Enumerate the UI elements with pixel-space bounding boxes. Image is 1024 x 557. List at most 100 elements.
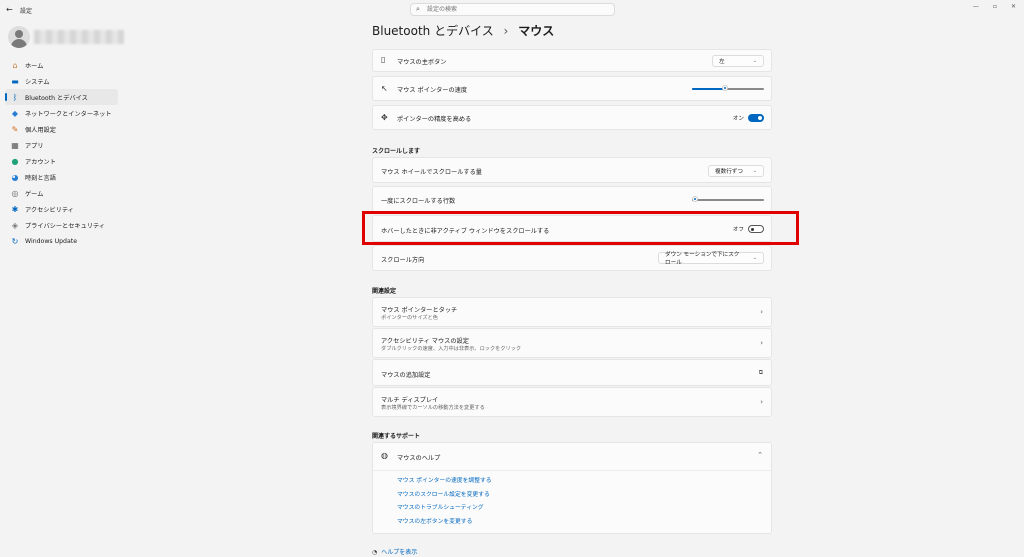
globe-clock-icon: ◕: [11, 172, 19, 182]
accessibility-mouse-row[interactable]: アクセシビリティ マウスの設定 ダブルクリックの速度、入力中は非表示、ロックをク…: [372, 328, 772, 358]
accessibility-mouse-sub: ダブルクリックの速度、入力中は非表示、ロックをクリック: [381, 346, 522, 352]
chevron-down-icon: ⌄: [752, 255, 757, 261]
update-icon: ↻: [11, 236, 19, 246]
enhance-precision-toggle[interactable]: [748, 114, 764, 122]
sidebar-item-label: 時刻と言語: [25, 174, 56, 182]
globe-icon: ◍: [381, 451, 388, 460]
sidebar-item[interactable]: ᛒ Bluetooth とデバイス: [5, 89, 118, 105]
scroll-lines-row: 一度にスクロールする行数: [372, 186, 772, 212]
wheel-amount-value: 複数行ずつ: [715, 169, 743, 175]
related-section-heading: 関連設定: [372, 288, 397, 295]
chevron-up-icon[interactable]: ⌃: [757, 451, 763, 459]
pointer-speed-row: ↖ マウス ポインターの速度: [372, 76, 772, 101]
search-box[interactable]: ⌕: [410, 3, 615, 16]
back-arrow-icon[interactable]: ←: [6, 5, 13, 14]
wheel-amount-row: マウス ホイールでスクロールする量 複数行ずつ ⌄: [372, 157, 772, 183]
get-help-link[interactable]: ◔ ヘルプを表示: [372, 547, 417, 556]
sidebar-item[interactable]: ⌂ ホーム: [5, 57, 118, 73]
shield-icon: ◈: [11, 220, 19, 230]
primary-button-label: マウスの主ボタン: [397, 59, 447, 66]
title-bar: ← 設定 ⌕ — ▫ ✕: [0, 0, 1024, 18]
sidebar-item-label: アクセシビリティ: [25, 206, 74, 214]
maximize-icon[interactable]: ▫: [993, 3, 997, 10]
chevron-right-icon: ›: [760, 308, 763, 316]
bluetooth-icon: ᛒ: [12, 92, 18, 102]
sidebar-item-label: アプリ: [25, 142, 44, 150]
pointer-speed-label: マウス ポインターの速度: [397, 87, 468, 94]
sidebar-item-label: アカウント: [25, 158, 56, 166]
pointer-touch-row[interactable]: マウス ポインターとタッチ ポインターのサイズと色 ›: [372, 297, 772, 327]
gamepad-icon: ◎: [11, 188, 19, 198]
search-input[interactable]: [427, 5, 607, 14]
help-bubble-icon: ◔: [372, 549, 378, 556]
pointer-precision-icon: ✥: [381, 113, 388, 122]
wheel-amount-label: マウス ホイールでスクロールする量: [381, 169, 482, 176]
additional-mouse-title: マウスの追加設定: [381, 372, 431, 379]
mouse-help-header[interactable]: ◍ マウスのヘルプ ⌃: [373, 443, 771, 471]
accessibility-icon: ✱: [11, 204, 19, 214]
additional-mouse-row[interactable]: マウスの追加設定 ⧉: [372, 359, 772, 386]
enhance-precision-label: ポインターの精度を高める: [397, 116, 472, 123]
scroll-direction-label: スクロール方向: [381, 257, 425, 264]
help-link-scroll-settings[interactable]: マウスのスクロール設定を変更する: [397, 489, 492, 503]
highlight-box: [362, 211, 799, 245]
scroll-lines-thumb[interactable]: [692, 196, 698, 202]
sidebar-item[interactable]: ▬ システム: [5, 73, 118, 89]
pointer-touch-sub: ポインターのサイズと色: [381, 315, 438, 321]
wifi-icon: ◆: [11, 108, 19, 118]
chevron-down-icon: ⌄: [752, 168, 757, 174]
enhance-precision-state: オン: [732, 116, 744, 122]
sidebar-item-label: 個人用設定: [25, 126, 56, 134]
get-help-label: ヘルプを表示: [381, 549, 418, 556]
sidebar-item[interactable]: ↻ Windows Update: [5, 233, 118, 249]
breadcrumb-separator: ›: [503, 24, 509, 38]
person-icon: ●: [11, 156, 19, 166]
sidebar-nav: ⌂ ホーム ▬ システム ᛒ Bluetooth とデバイス ◆ ネットワークとインターネット…: [5, 57, 118, 249]
breadcrumb-parent[interactable]: Bluetooth とデバイス: [372, 24, 494, 38]
scroll-lines-slider[interactable]: [692, 196, 764, 202]
avatar: [8, 26, 30, 48]
chevron-right-icon: ›: [760, 398, 763, 406]
sidebar-item-label: Windows Update: [25, 237, 77, 245]
user-profile[interactable]: [8, 26, 128, 50]
chevron-down-icon: ⌄: [752, 58, 757, 64]
minimize-icon[interactable]: —: [973, 3, 979, 10]
sidebar-item[interactable]: ▦ アプリ: [5, 137, 118, 153]
help-links: マウス ポインターの速度を調整する マウスのスクロール設定を変更する マウスのト…: [397, 475, 492, 529]
scroll-lines-label: 一度にスクロールする行数: [381, 198, 456, 205]
sidebar-item[interactable]: ◆ ネットワークとインターネット: [5, 105, 118, 121]
pointer-speed-slider[interactable]: [692, 85, 764, 91]
sidebar-item[interactable]: ◕ 時刻と言語: [5, 169, 118, 185]
multi-display-sub: 表示境界線でカーソルの移動方法を変更する: [381, 405, 485, 411]
help-link-pointer-speed[interactable]: マウス ポインターの速度を調整する: [397, 475, 492, 489]
window-controls: — ▫ ✕: [973, 3, 1016, 10]
pointer-speed-fill: [692, 88, 725, 90]
external-link-icon: ⧉: [758, 369, 763, 376]
sidebar-item-label: Bluetooth とデバイス: [25, 94, 88, 102]
mouse-help-panel: ◍ マウスのヘルプ ⌃ マウス ポインターの速度を調整する マウスのスクロール設…: [372, 442, 772, 534]
pointer-speed-thumb[interactable]: [722, 85, 728, 91]
primary-button-dropdown[interactable]: 左 ⌄: [712, 55, 764, 67]
home-icon: ⌂: [12, 60, 18, 70]
scroll-direction-dropdown[interactable]: ダウン モーションで下にスクロール ⌄: [658, 252, 764, 266]
sidebar-item[interactable]: ◎ ゲーム: [5, 185, 118, 201]
page-title: マウス: [518, 24, 555, 38]
enhance-precision-toggle-group: オン: [733, 114, 764, 122]
help-link-troubleshooting[interactable]: マウスのトラブルシューティング: [397, 502, 492, 516]
help-link-left-button[interactable]: マウスの左ボタンを変更する: [397, 516, 492, 530]
sidebar-item[interactable]: ● アカウント: [5, 153, 118, 169]
monitor-icon: ▬: [11, 76, 19, 86]
sidebar-item[interactable]: ◈ プライバシーとセキュリティ: [5, 217, 118, 233]
primary-button-row: ▯ マウスの主ボタン 左 ⌄: [372, 49, 772, 72]
blurred-user-name: [34, 30, 124, 44]
accessibility-mouse-title: アクセシビリティ マウスの設定: [381, 338, 469, 345]
scroll-direction-value: ダウン モーションで下にスクロール: [665, 252, 740, 266]
wheel-amount-dropdown[interactable]: 複数行ずつ ⌄: [708, 165, 764, 177]
support-section-heading: 関連するサポート: [372, 433, 421, 440]
multi-display-row[interactable]: マルチ ディスプレイ 表示境界線でカーソルの移動方法を変更する ›: [372, 387, 772, 417]
close-icon[interactable]: ✕: [1011, 3, 1016, 10]
mouse-help-title: マウスのヘルプ: [397, 455, 441, 462]
enhance-precision-row: ✥ ポインターの精度を高める オン: [372, 105, 772, 130]
sidebar-item[interactable]: ✱ アクセシビリティ: [5, 201, 118, 217]
sidebar-item[interactable]: ✎ 個人用設定: [5, 121, 118, 137]
